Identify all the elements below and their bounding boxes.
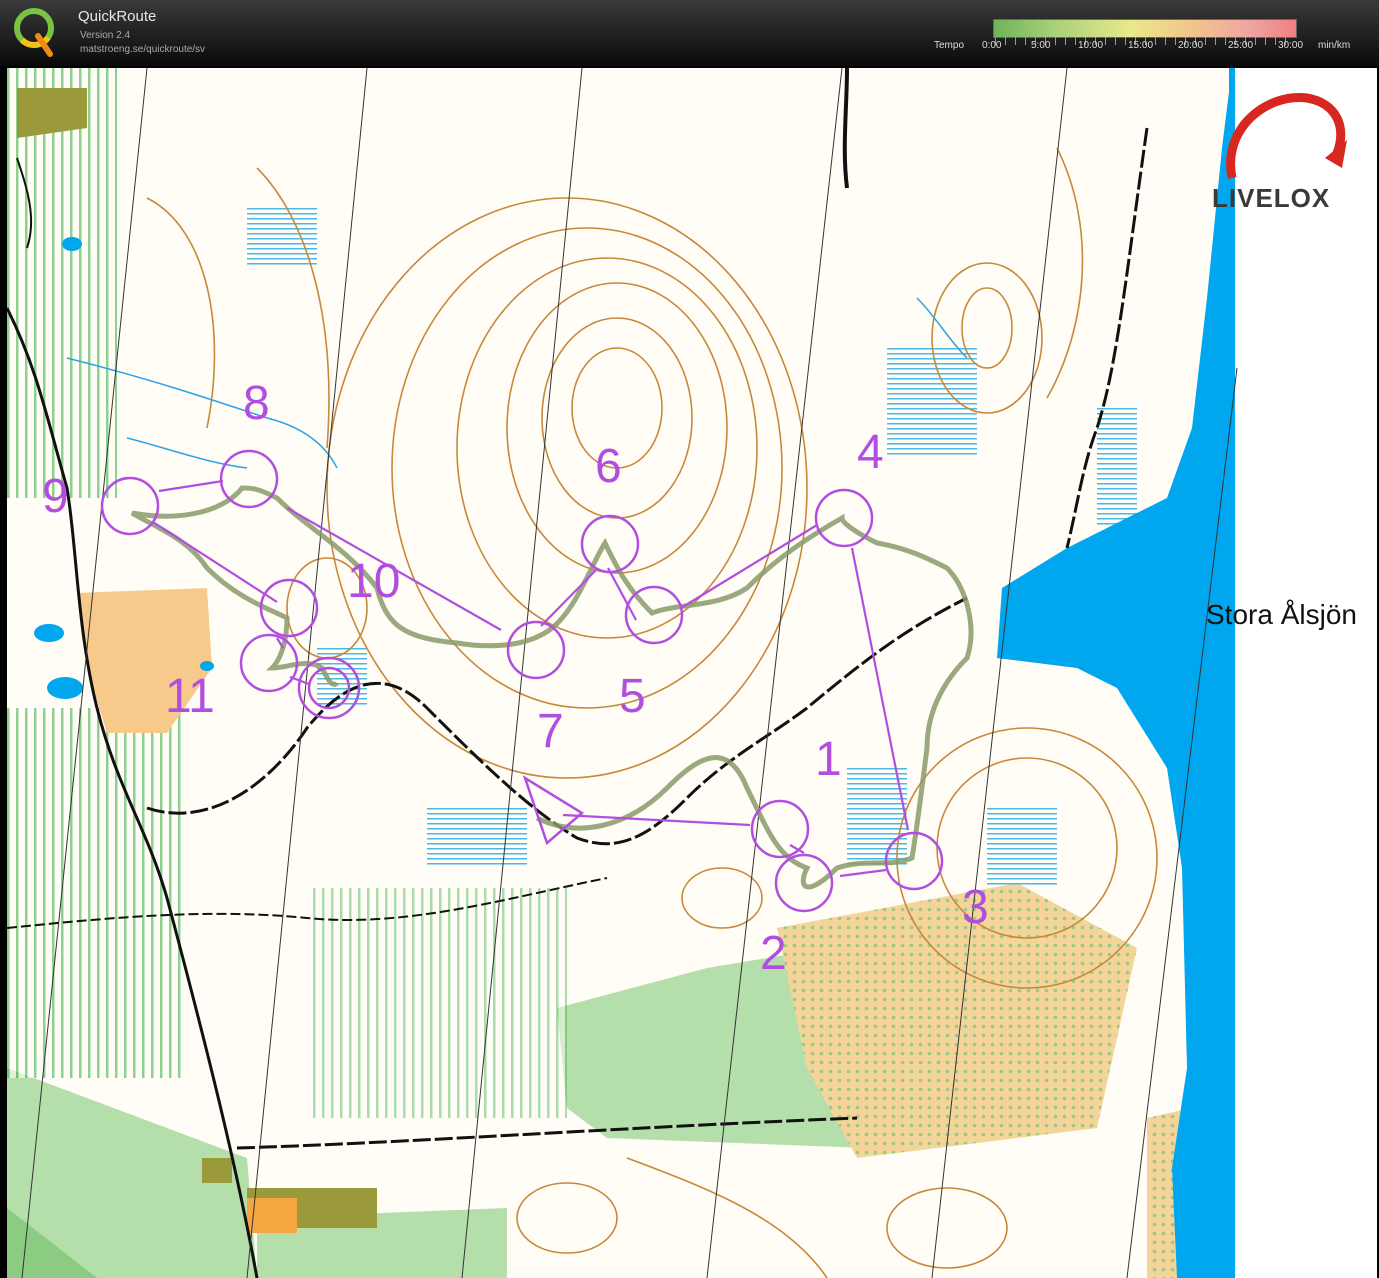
control-number-2: 2	[760, 927, 787, 980]
control-number-6: 6	[595, 440, 622, 493]
map-margin	[1232, 68, 1377, 1278]
control-number-11: 11	[165, 670, 215, 723]
orienteering-map[interactable]: LIVELOX Stora Ålsjön 1 2 3 4 5 6 7 8 9 1…	[7, 68, 1377, 1278]
control-number-3: 3	[962, 881, 989, 934]
tempo-tick: 25:00	[1228, 40, 1254, 51]
control-circle-11	[239, 633, 299, 693]
streams	[66, 297, 968, 469]
app-title: QuickRoute	[78, 8, 157, 25]
app-version: Version 2.4	[80, 30, 131, 41]
tempo-tick: 20:00	[1178, 40, 1204, 51]
tempo-tick: 0:00	[982, 40, 1002, 51]
tempo-unit: min/km	[1318, 40, 1351, 51]
control-number-8: 8	[243, 377, 270, 430]
title-bar: QuickRoute Version 2.4 matstroeng.se/qui…	[0, 0, 1379, 66]
tempo-tick: 15:00	[1128, 40, 1154, 51]
tempo-label: Tempo	[934, 40, 965, 51]
control-number-5: 5	[619, 670, 646, 723]
marsh-layer	[247, 208, 1137, 888]
control-circle-7	[506, 620, 566, 680]
quickroute-window: QuickRoute Version 2.4 matstroeng.se/qui…	[0, 0, 1379, 1278]
livelox-logo-text: LIVELOX	[1212, 183, 1331, 213]
control-circle-6	[580, 514, 640, 574]
app-url: matstroeng.se/quickroute/sv	[80, 44, 206, 55]
control-number-1: 1	[815, 733, 842, 786]
tempo-tick: 5:00	[1031, 40, 1051, 51]
quickroute-logo-icon	[14, 8, 54, 57]
control-circle-9	[100, 476, 160, 536]
control-circle-8	[219, 449, 279, 509]
control-number-7: 7	[537, 705, 564, 758]
tempo-color-scale	[993, 19, 1297, 38]
lake-label: Stora Ålsjön	[1206, 599, 1357, 630]
control-number-9: 9	[42, 470, 69, 523]
tempo-tick: 30:00	[1278, 40, 1304, 51]
control-number-10: 10	[347, 555, 401, 608]
tempo-tick: 10:00	[1078, 40, 1104, 51]
control-number-4: 4	[857, 426, 884, 479]
